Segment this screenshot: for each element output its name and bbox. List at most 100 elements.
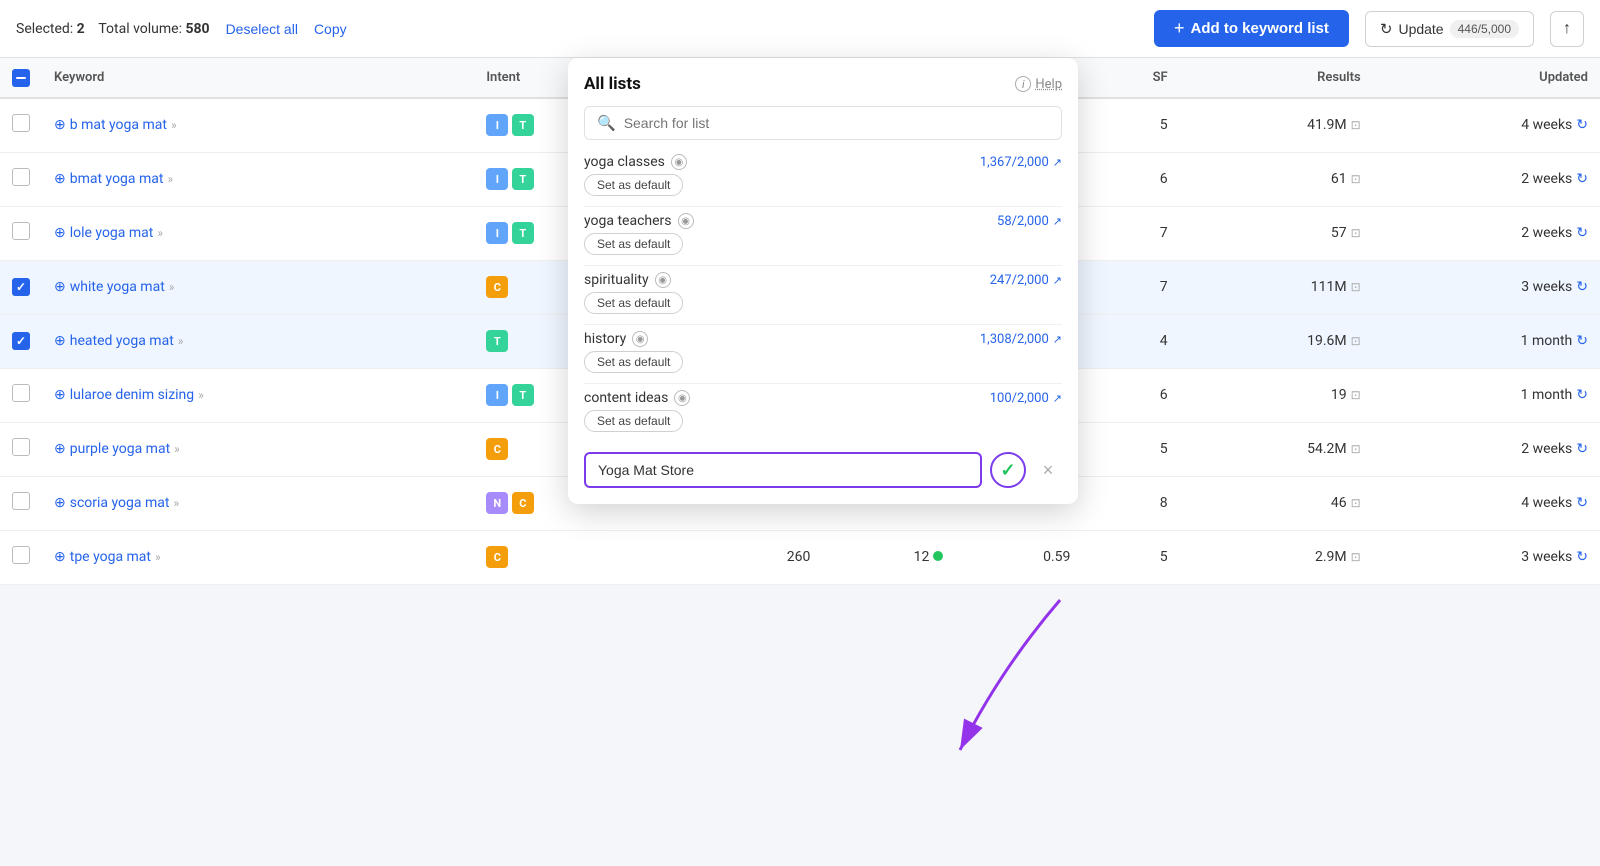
keyword-text[interactable]: b mat yoga mat — [70, 117, 167, 133]
updated-value: 2 weeks ↻ — [1521, 171, 1588, 187]
copy-button[interactable]: Copy — [314, 21, 347, 37]
help-label: Help — [1035, 77, 1062, 92]
keyword-plus-icon: ⊕ — [54, 117, 66, 133]
table-row: ⊕ tpe yoga mat » C 26012 0.5952.9M ⊡3 we… — [0, 530, 1600, 584]
external-link-icon[interactable]: ↗ — [1053, 333, 1062, 346]
row-checkbox-cell[interactable] — [0, 476, 42, 530]
keyword-text[interactable]: bmat yoga mat — [70, 171, 164, 187]
results-icon: ⊡ — [1351, 442, 1361, 456]
keyword-link[interactable]: ⊕ white yoga mat » — [54, 279, 174, 295]
set-default-button[interactable]: Set as default — [584, 233, 683, 255]
sf-cell: 6 — [1082, 152, 1179, 206]
keyword-plus-icon: ⊕ — [54, 333, 66, 349]
set-default-button[interactable]: Set as default — [584, 351, 683, 373]
list-search-box[interactable]: 🔍 — [584, 106, 1062, 140]
refresh-icon: ↻ — [1576, 333, 1588, 349]
list-search-input[interactable] — [624, 115, 1049, 131]
update-button[interactable]: ↻ Update 446/5,000 — [1365, 11, 1534, 47]
keyword-list-dropdown: All lists i Help 🔍 yoga classes ◉ 1,367/… — [568, 58, 1078, 504]
intent-badge-C: C — [486, 276, 508, 298]
intent-badge-T: T — [512, 114, 534, 136]
checkbox-checked[interactable] — [12, 332, 30, 350]
keyword-text[interactable]: purple yoga mat — [70, 441, 170, 457]
keyword-plus-icon: ⊕ — [54, 225, 66, 241]
header-checkbox[interactable] — [0, 58, 42, 98]
row-checkbox-cell[interactable] — [0, 422, 42, 476]
list-count[interactable]: 247/2,000 ↗ — [990, 273, 1062, 288]
list-count[interactable]: 100/2,000 ↗ — [990, 391, 1062, 406]
row-checkbox-cell[interactable] — [0, 368, 42, 422]
row-checkbox-cell[interactable] — [0, 98, 42, 152]
keyword-text[interactable]: white yoga mat — [70, 279, 165, 295]
row-checkbox-cell[interactable] — [0, 530, 42, 584]
keyword-link[interactable]: ⊕ scoria yoga mat » — [54, 495, 179, 511]
keyword-text[interactable]: tpe yoga mat — [70, 549, 151, 565]
results-value: 41.9M ⊡ — [1307, 117, 1361, 133]
row-checkbox-cell[interactable] — [0, 152, 42, 206]
checkbox-empty[interactable] — [12, 492, 30, 510]
keyword-link[interactable]: ⊕ lole yoga mat » — [54, 225, 163, 241]
keyword-cell: ⊕ tpe yoga mat » — [42, 530, 474, 584]
keyword-link[interactable]: ⊕ b mat yoga mat » — [54, 117, 177, 133]
list-item-row: yoga classes ◉ 1,367/2,000 ↗ — [584, 154, 1062, 170]
external-link-icon[interactable]: ↗ — [1053, 392, 1062, 405]
row-checkbox-cell[interactable] — [0, 314, 42, 368]
checkbox-empty[interactable] — [12, 168, 30, 186]
refresh-icon: ↻ — [1576, 279, 1588, 295]
share-icon: ◉ — [632, 331, 648, 347]
external-link-icon[interactable]: ↗ — [1053, 274, 1062, 287]
set-default-button[interactable]: Set as default — [584, 410, 683, 432]
keyword-text[interactable]: heated yoga mat — [70, 333, 174, 349]
list-count[interactable]: 58/2,000 ↗ — [997, 214, 1062, 229]
intent-badge-I: I — [486, 384, 508, 406]
external-link-icon[interactable]: ↗ — [1053, 156, 1062, 169]
dropdown-lists: yoga classes ◉ 1,367/2,000 ↗ Set as defa… — [584, 154, 1062, 442]
refresh-icon: ↻ — [1380, 20, 1393, 38]
keyword-link[interactable]: ⊕ tpe yoga mat » — [54, 549, 161, 565]
keyword-text[interactable]: lularoe denim sizing — [70, 387, 194, 403]
checkbox-checked[interactable] — [12, 278, 30, 296]
default-button-row: Set as default — [584, 174, 1062, 196]
keyword-arrows: » — [171, 118, 177, 132]
cancel-button[interactable]: × — [1034, 456, 1062, 484]
add-keyword-button[interactable]: + Add to keyword list — [1154, 10, 1349, 47]
list-count[interactable]: 1,308/2,000 ↗ — [980, 332, 1062, 347]
new-list-input[interactable] — [584, 452, 982, 488]
keyword-cell: ⊕ lularoe denim sizing » — [42, 368, 474, 422]
checkbox-empty[interactable] — [12, 114, 30, 132]
updated-cell: 2 weeks ↻ — [1373, 422, 1600, 476]
list-name: history ◉ — [584, 331, 648, 347]
row-checkbox-cell[interactable] — [0, 260, 42, 314]
arrow-annotation — [900, 590, 1150, 790]
list-count[interactable]: 1,367/2,000 ↗ — [980, 155, 1062, 170]
sf-cell: 7 — [1082, 260, 1179, 314]
list-item: history ◉ 1,308/2,000 ↗ Set as default — [584, 331, 1062, 373]
updated-cell: 3 weeks ↻ — [1373, 260, 1600, 314]
keyword-link[interactable]: ⊕ lularoe denim sizing » — [54, 387, 204, 403]
keyword-text[interactable]: scoria yoga mat — [70, 495, 170, 511]
checkbox-empty[interactable] — [12, 222, 30, 240]
intent-cell: C — [474, 530, 652, 584]
row-checkbox-cell[interactable] — [0, 206, 42, 260]
keyword-text[interactable]: lole yoga mat — [70, 225, 154, 241]
keyword-arrows: » — [173, 496, 179, 510]
confirm-button[interactable]: ✓ — [990, 452, 1026, 488]
keyword-link[interactable]: ⊕ bmat yoga mat » — [54, 171, 173, 187]
refresh-icon: ↻ — [1576, 117, 1588, 133]
checkbox-empty[interactable] — [12, 438, 30, 456]
export-button[interactable]: ↑ — [1550, 11, 1584, 47]
share-icon: ◉ — [671, 154, 687, 170]
set-default-button[interactable]: Set as default — [584, 292, 683, 314]
set-default-button[interactable]: Set as default — [584, 174, 683, 196]
keyword-link[interactable]: ⊕ heated yoga mat » — [54, 333, 183, 349]
list-name: spirituality ◉ — [584, 272, 671, 288]
keyword-link[interactable]: ⊕ purple yoga mat » — [54, 441, 180, 457]
deselect-all-button[interactable]: Deselect all — [226, 21, 298, 37]
checkbox-empty[interactable] — [12, 546, 30, 564]
dropdown-help[interactable]: i Help — [1015, 76, 1062, 92]
checkbox-empty[interactable] — [12, 384, 30, 402]
external-link-icon[interactable]: ↗ — [1053, 215, 1062, 228]
keyword-plus-icon: ⊕ — [54, 387, 66, 403]
select-all-checkbox[interactable] — [12, 69, 30, 87]
keyword-plus-icon: ⊕ — [54, 441, 66, 457]
